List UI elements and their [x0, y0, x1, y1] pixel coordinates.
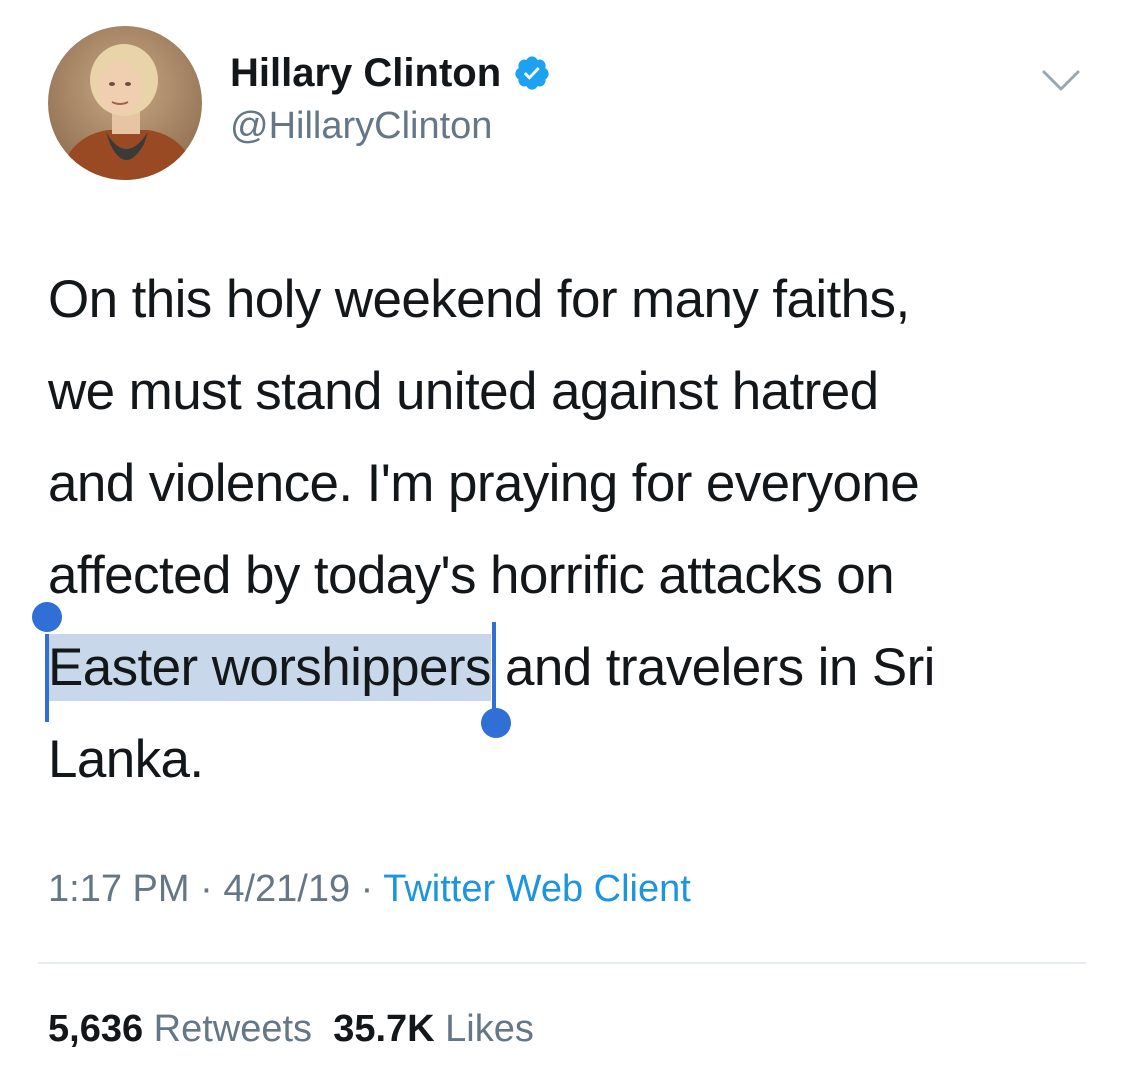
retweets-stat[interactable]: 5,636 Retweets	[48, 1008, 312, 1050]
display-name[interactable]: Hillary Clinton	[230, 48, 501, 98]
selection-start-caret	[45, 634, 49, 722]
user-handle[interactable]: @HillaryClinton	[230, 102, 492, 150]
meta-separator: ·	[350, 868, 384, 910]
verified-badge-icon	[513, 54, 551, 92]
text-selection[interactable]: Easter worshippers	[32, 602, 511, 738]
selection-end-handle[interactable]	[480, 708, 511, 738]
avatar[interactable]	[48, 26, 202, 180]
selection-start-handle[interactable]	[32, 602, 62, 632]
tweet-stats: 5,636 Retweets 35.7K Likes	[48, 1004, 534, 1054]
tweet-line-rest: and travelers in Sri	[490, 638, 935, 697]
selection-end-caret	[491, 622, 496, 720]
tweet-meta: 1:17 PM · 4/21/19 · Twitter Web Client	[48, 864, 691, 914]
tweet-source-link[interactable]: Twitter Web Client	[383, 868, 691, 910]
retweets-label: Retweets	[153, 1008, 313, 1050]
likes-stat[interactable]: 35.7K Likes	[333, 1008, 534, 1050]
tweet-time: 1:17 PM	[48, 868, 190, 910]
likes-label: Likes	[445, 1008, 534, 1050]
meta-separator: ·	[189, 868, 224, 910]
profile-photo-icon	[48, 26, 202, 180]
tweet-line-with-selection: Easter worshippers and travelers in Sri	[32, 602, 1098, 738]
divider	[38, 962, 1086, 964]
tweet-line: On this holy weekend for many faiths,	[48, 270, 910, 329]
retweets-count: 5,636	[48, 1008, 144, 1050]
tweet-text[interactable]: On this holy weekend for many faiths, we…	[32, 254, 1098, 806]
author-name-row[interactable]: Hillary Clinton	[230, 48, 551, 98]
tweet-line: affected by today's horrific attacks on	[48, 546, 895, 605]
selected-text: Easter worshippers	[48, 634, 491, 701]
tweet-line: and violence. I'm praying for everyone	[48, 454, 920, 513]
tweet-line: Lanka.	[48, 730, 204, 789]
tweet-line: we must stand united against hatred	[48, 362, 879, 421]
likes-count: 35.7K	[333, 1008, 435, 1050]
chevron-down-icon[interactable]	[1040, 62, 1082, 98]
tweet-date: 4/21/19	[223, 868, 351, 910]
